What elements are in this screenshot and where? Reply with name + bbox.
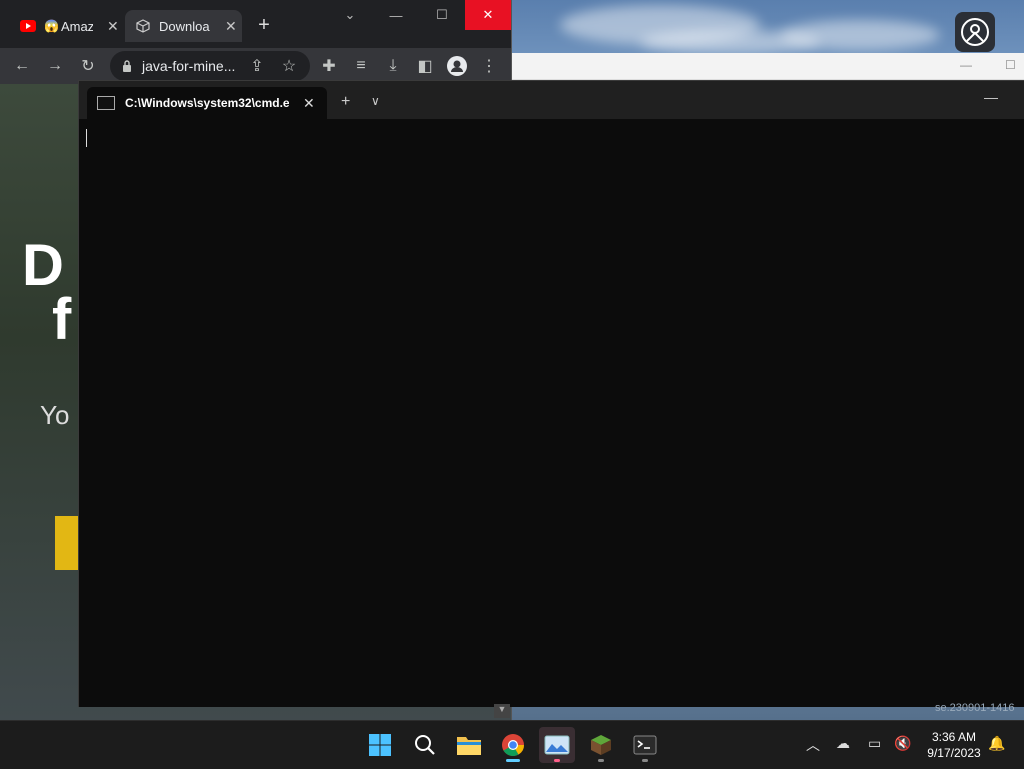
chrome-tab-youtube[interactable]: 😱 Amaz ✕	[10, 10, 119, 42]
chrome-tab-download[interactable]: Downloa ✕	[125, 10, 242, 42]
minimize-icon[interactable]: —	[984, 89, 998, 105]
network-icon[interactable]: ▭	[868, 735, 881, 752]
profile-dropdown-icon[interactable]: ∨	[371, 94, 380, 108]
tab-search-icon[interactable]: ⌄	[327, 0, 373, 30]
cube-icon	[135, 18, 151, 34]
scroll-down-arrow-icon[interactable]: ▼	[494, 704, 510, 718]
text-cursor[interactable]	[86, 129, 87, 147]
page-heading-line2: f	[52, 287, 72, 352]
windows-icon	[369, 734, 391, 756]
notification-bell-icon[interactable]: 🔔	[988, 735, 1005, 752]
search-icon	[415, 735, 435, 755]
photos-button[interactable]	[539, 727, 575, 763]
terminal-tab-bar: C:\Windows\system32\cmd.e: ✕ + ∨ —	[79, 81, 1024, 119]
photos-icon	[544, 735, 570, 755]
build-string: se.230901-1416	[935, 702, 1015, 714]
start-button[interactable]	[362, 727, 398, 763]
clock-date: 9/17/2023	[927, 746, 981, 760]
profile-widget-icon[interactable]	[955, 12, 995, 52]
close-tab-icon[interactable]: ✕	[107, 18, 119, 35]
chrome-icon	[502, 734, 524, 756]
tab-title: Downloa	[159, 18, 210, 34]
onedrive-icon[interactable]: ☁	[836, 735, 850, 752]
file-explorer-button[interactable]	[451, 727, 487, 763]
download-icon[interactable]: ⤓	[381, 54, 405, 78]
bookmark-star-icon[interactable]: ☆	[277, 54, 301, 78]
close-tab-icon[interactable]: ✕	[303, 95, 315, 112]
profile-avatar-icon[interactable]	[445, 54, 469, 78]
active-indicator	[506, 759, 520, 762]
terminal-window: C:\Windows\system32\cmd.e: ✕ + ∨ —	[78, 80, 1024, 707]
clock-time: 3:36 AM	[931, 730, 977, 744]
forward-icon[interactable]: →	[43, 54, 67, 78]
chrome-taskbar-button[interactable]	[495, 727, 531, 763]
terminal-tab-title: C:\Windows\system32\cmd.e:	[125, 96, 289, 110]
system-clock[interactable]: 3:36 AM 9/17/2023	[922, 729, 986, 761]
side-panel-icon[interactable]: ◧	[413, 54, 437, 78]
close-tab-icon[interactable]: ✕	[225, 18, 237, 35]
new-tab-button[interactable]: +	[252, 13, 276, 37]
new-terminal-tab-button[interactable]: +	[341, 93, 350, 111]
minecraft-button[interactable]	[583, 727, 619, 763]
taskbar: ︿ ☁ ▭ 🔇 3:36 AM 9/17/2023 🔔	[0, 720, 1024, 769]
folder-icon	[457, 737, 481, 755]
minimize-icon[interactable]: —	[960, 58, 972, 72]
running-indicator	[554, 759, 560, 762]
page-subtext: Yo	[40, 400, 70, 430]
background-window: — ☐	[511, 53, 1024, 80]
close-window-button[interactable]: ✕	[465, 0, 511, 30]
chrome-menu-icon[interactable]: ⋮	[477, 54, 501, 78]
back-icon[interactable]: ←	[10, 54, 34, 78]
chrome-tab-bar: 😱 Amaz ✕ Downloa ✕ + ⌄ — ☐ ✕	[0, 0, 511, 48]
cmd-icon	[97, 96, 115, 110]
terminal-icon	[633, 735, 657, 755]
emoji-icon: 😱	[44, 19, 59, 33]
show-hidden-icons-chevron-icon[interactable]: ︿	[806, 735, 820, 755]
minimize-icon[interactable]: —	[373, 0, 419, 30]
running-indicator	[642, 759, 648, 762]
maximize-icon[interactable]: ☐	[1005, 58, 1016, 72]
chrome-toolbar: ← → ↻ java-for-mine... ⇪ ☆ ✚ ≡ ⤓ ◧ ⋮	[0, 48, 511, 84]
volume-muted-icon[interactable]: 🔇	[894, 735, 911, 752]
lock-icon	[123, 60, 131, 72]
running-indicator	[598, 759, 604, 762]
share-icon[interactable]: ⇪	[245, 54, 269, 78]
tab-title: Amaz	[60, 18, 93, 34]
terminal-taskbar-button[interactable]	[627, 727, 663, 763]
maximize-icon[interactable]: ☐	[419, 0, 465, 30]
grass-block-icon	[591, 735, 611, 755]
reload-icon[interactable]: ↻	[76, 54, 100, 78]
extensions-icon[interactable]: ✚	[317, 54, 341, 78]
page-heading: D	[22, 233, 64, 298]
url-text: java-for-mine...	[142, 58, 236, 74]
media-control-icon[interactable]: ≡	[349, 54, 373, 78]
youtube-icon	[20, 18, 36, 34]
search-button[interactable]	[407, 727, 443, 763]
terminal-tab-cmd[interactable]: C:\Windows\system32\cmd.e: ✕	[87, 87, 327, 119]
